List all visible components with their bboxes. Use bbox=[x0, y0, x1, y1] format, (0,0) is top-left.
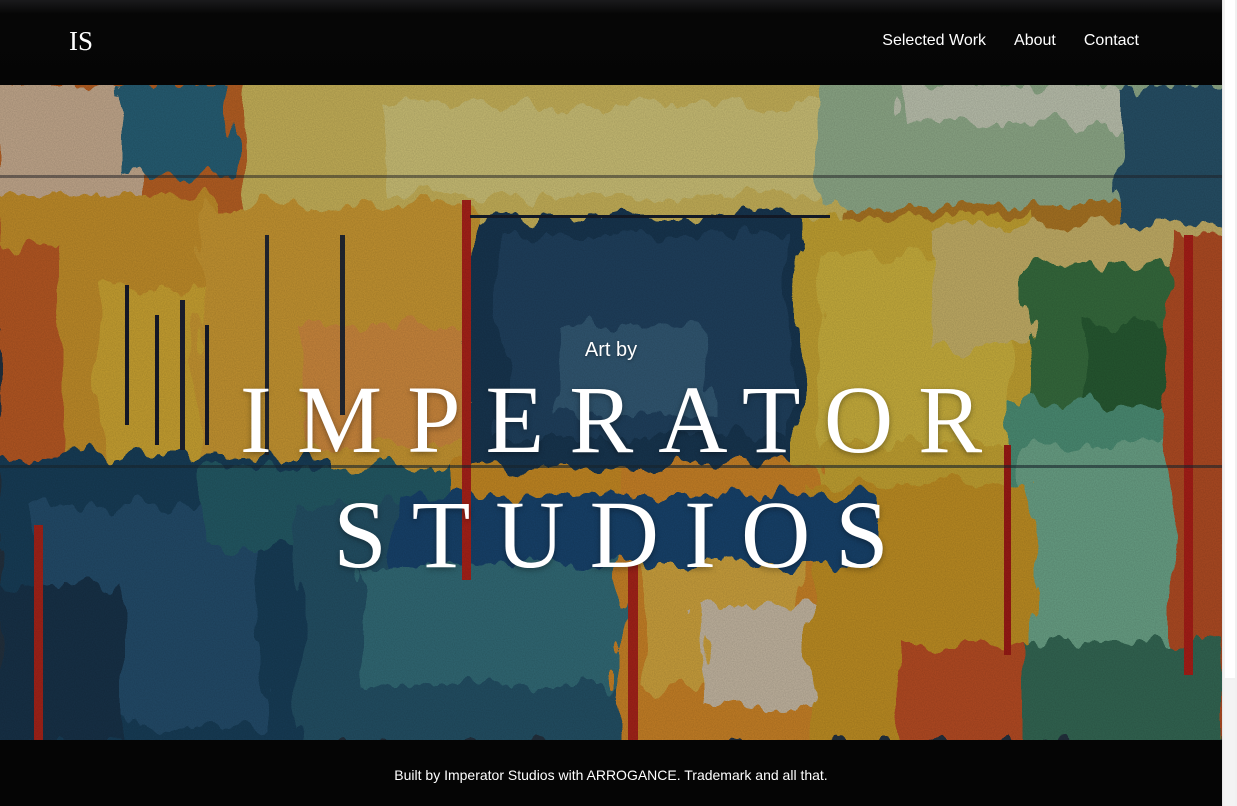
nav-link-contact[interactable]: Contact bbox=[1084, 31, 1139, 51]
nav-link-about[interactable]: About bbox=[1014, 31, 1056, 51]
nav-links: Selected Work About Contact bbox=[882, 31, 1139, 51]
navbar: IS Selected Work About Contact bbox=[0, 0, 1222, 85]
hero-subtitle: Art by bbox=[584, 339, 638, 361]
hero-text: Art by IMPERATOR STUDIOS bbox=[0, 85, 1222, 740]
hero-section: Art by IMPERATOR STUDIOS bbox=[0, 85, 1222, 740]
footer: Built by Imperator Studios with ARROGANC… bbox=[0, 740, 1222, 806]
nav-link-selected-work[interactable]: Selected Work bbox=[882, 31, 986, 51]
scrollbar-thumb[interactable] bbox=[1225, 0, 1235, 678]
hero-title-line-2: STUDIOS bbox=[333, 481, 914, 588]
vertical-scrollbar[interactable] bbox=[1222, 0, 1237, 806]
scrollbar-track[interactable] bbox=[1225, 680, 1235, 806]
page: IS Selected Work About Contact Art by IM… bbox=[0, 0, 1222, 806]
hero-title-line-1: IMPERATOR bbox=[239, 366, 1008, 473]
logo-link[interactable]: IS bbox=[69, 26, 93, 56]
footer-text: Built by Imperator Studios with ARROGANC… bbox=[394, 767, 828, 783]
